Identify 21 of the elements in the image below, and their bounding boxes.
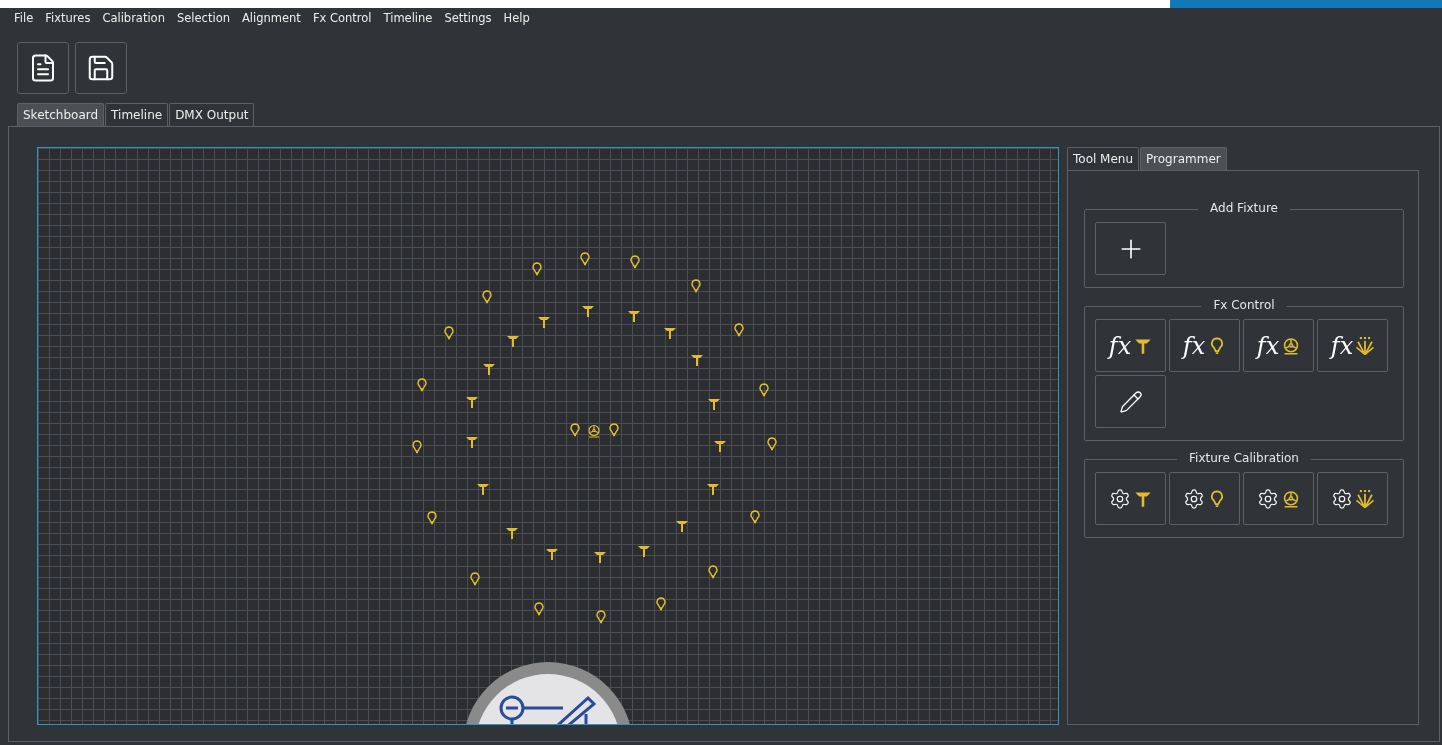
tab[interactable]: Timeline	[105, 103, 169, 126]
fx-button[interactable]: fx	[1095, 319, 1166, 372]
group-title: Fixture Calibration	[1177, 451, 1311, 465]
menu-item[interactable]: Fixtures	[45, 11, 91, 25]
menu-item[interactable]: Fx Control	[312, 11, 372, 25]
menu-item[interactable]: File	[14, 11, 34, 25]
menu-item[interactable]: Calibration	[102, 11, 165, 25]
menu-item[interactable]: Selection	[176, 11, 230, 25]
fx-button[interactable]: fx	[1317, 319, 1388, 372]
menu-item[interactable]: Help	[503, 11, 530, 25]
menu-item[interactable]: Alignment	[241, 11, 301, 25]
tab[interactable]: Tool Menu	[1067, 147, 1140, 170]
tab[interactable]: Sketchboard	[17, 103, 105, 126]
group-title: Fx Control	[1201, 298, 1287, 312]
menu-item[interactable]: Settings	[444, 11, 492, 25]
tab[interactable]: DMX Output	[169, 103, 255, 126]
fx-button[interactable]: fx	[1243, 319, 1314, 372]
tab[interactable]: Programmer	[1140, 147, 1227, 170]
fx-button[interactable]: fx	[1169, 319, 1240, 372]
group-title: Add Fixture	[1198, 201, 1290, 215]
menu-item[interactable]: Timeline	[383, 11, 433, 25]
